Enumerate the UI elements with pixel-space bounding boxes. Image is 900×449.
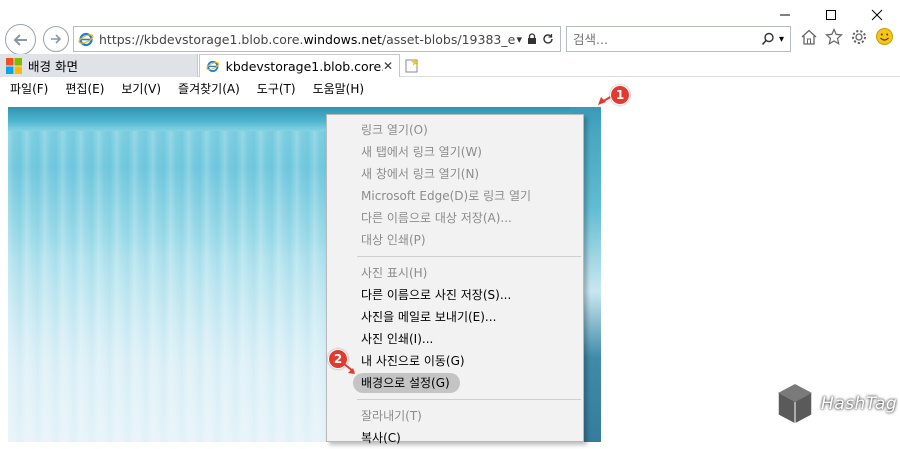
lock-icon[interactable] <box>527 33 537 45</box>
ctx-save-target-as[interactable]: 다른 이름으로 대상 저장(A)... <box>327 207 583 229</box>
watermark-text: HashTag <box>821 394 898 414</box>
ctx-set-as-background[interactable]: 배경으로 설정(G) <box>327 372 583 394</box>
ctx-show-picture[interactable]: 사진 표시(H) <box>327 262 583 284</box>
ctx-open-link-new-tab[interactable]: 새 탭에서 링크 열기(W) <box>327 141 583 163</box>
ctx-print-target[interactable]: 대상 인쇄(P) <box>327 229 583 251</box>
tab-image-page[interactable]: kbdevstorage1.blob.core.wi... ✕ <box>199 54 400 77</box>
forward-arrow-icon <box>51 34 62 44</box>
tab-wallpaper[interactable]: 배경 화면 <box>0 54 198 77</box>
search-box[interactable]: ▾ <box>566 26 791 52</box>
back-arrow-icon <box>13 33 27 46</box>
tab-label: kbdevstorage1.blob.core.wi... <box>225 58 383 74</box>
ie-page-icon <box>78 32 94 47</box>
menu-help[interactable]: 도움말(H) <box>313 80 365 97</box>
smiley-feedback-icon[interactable] <box>875 27 894 46</box>
step-callout-1: 1 <box>610 85 630 105</box>
new-tab-icon <box>405 58 419 73</box>
tab-bar: 배경 화면 kbdevstorage1.blob.core.wi... ✕ <box>0 54 900 77</box>
watermark: HashTag <box>775 382 897 426</box>
dropdown-icon[interactable]: ▾ <box>516 33 522 46</box>
menu-bar: 파일(F) 편집(E) 보기(V) 즐겨찾기(A) 도구(T) 도움말(H) <box>0 78 900 98</box>
ctx-open-link[interactable]: 링크 열기(O) <box>327 119 583 141</box>
new-tab-button[interactable] <box>402 55 422 75</box>
address-url[interactable]: https://kbdevstorage1.blob.core.windows.… <box>99 32 516 47</box>
ctx-save-picture-as[interactable]: 다른 이름으로 사진 저장(S)... <box>327 284 583 306</box>
ie-page-icon <box>206 60 220 73</box>
arrow-head-icon <box>342 362 355 374</box>
tab-label: 배경 화면 <box>28 59 78 74</box>
ctx-email-picture[interactable]: 사진을 메일로 보내기(E)... <box>327 306 583 328</box>
context-menu: 링크 열기(O) 새 탭에서 링크 열기(W) 새 창에서 링크 열기(N) M… <box>326 114 584 445</box>
settings-gear-icon[interactable] <box>850 28 868 46</box>
search-icon[interactable] <box>761 32 775 46</box>
menu-view[interactable]: 보기(V) <box>121 80 161 97</box>
close-tab-icon[interactable]: ✕ <box>383 59 393 73</box>
ctx-print-picture[interactable]: 사진 인쇄(I)... <box>327 328 583 350</box>
ctx-go-to-my-pictures[interactable]: 내 사진으로 이동(G) <box>327 350 583 372</box>
favorites-star-icon[interactable] <box>825 27 843 46</box>
refresh-icon[interactable] <box>542 33 554 45</box>
search-input[interactable] <box>573 31 743 47</box>
ctx-cut[interactable]: 잘라내기(T) <box>327 405 583 427</box>
menu-edit[interactable]: 편집(E) <box>65 80 104 97</box>
ctx-copy[interactable]: 복사(C) <box>327 427 583 449</box>
forward-button[interactable] <box>43 26 69 52</box>
address-bar[interactable]: https://kbdevstorage1.blob.core.windows.… <box>73 26 561 52</box>
navigation-bar: https://kbdevstorage1.blob.core.windows.… <box>0 23 900 55</box>
search-dropdown-icon[interactable]: ▾ <box>779 34 784 45</box>
arrow-head-icon <box>598 97 606 105</box>
ctx-open-in-edge[interactable]: Microsoft Edge(D)로 링크 열기 <box>327 185 583 207</box>
ctx-open-link-new-window[interactable]: 새 창에서 링크 열기(N) <box>327 163 583 185</box>
menu-separator <box>357 399 581 400</box>
menu-favorites[interactable]: 즐겨찾기(A) <box>178 80 240 97</box>
menu-tools[interactable]: 도구(T) <box>257 80 296 97</box>
back-button[interactable] <box>5 24 36 55</box>
home-icon[interactable] <box>800 28 818 46</box>
windows-logo-icon <box>6 57 22 74</box>
hashtag-logo-icon <box>777 383 813 425</box>
menu-separator <box>357 256 581 257</box>
menu-file[interactable]: 파일(F) <box>10 80 48 97</box>
